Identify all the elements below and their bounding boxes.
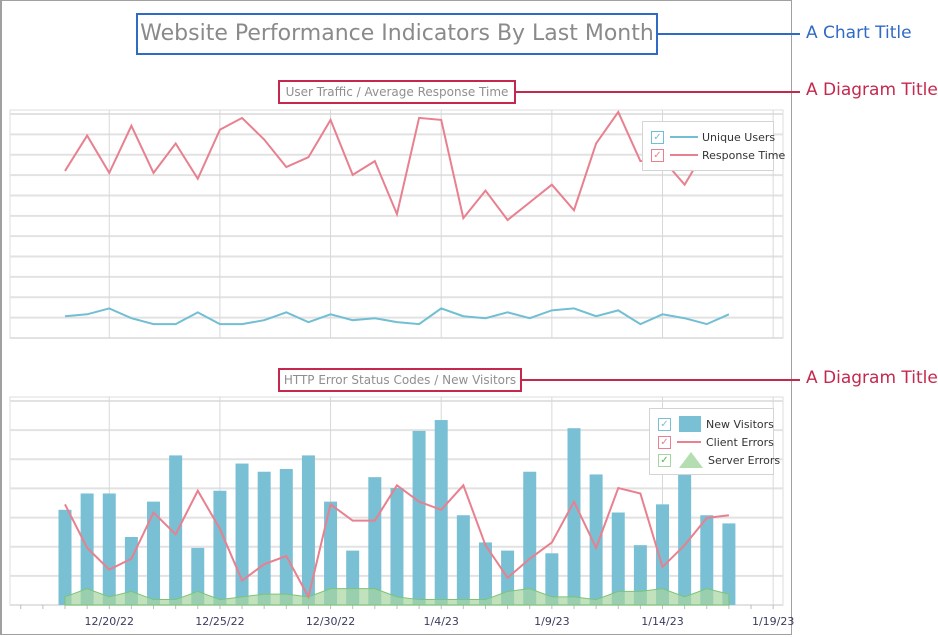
legend-item-client-errors[interactable]: ✓ Client Errors [658,434,774,450]
legend-item-server-errors[interactable]: ✓ Server Errors [658,452,780,468]
x-tick-label: 1/9/23 [534,615,569,628]
new-visitors-bar [58,509,72,605]
new-visitors-bar [456,515,470,605]
line-swatch-icon [670,154,698,156]
new-visitors-bar [434,420,448,605]
new-visitors-bar [678,469,692,605]
checkbox-response-time[interactable]: ✓ [651,148,664,162]
checkbox-client-errors[interactable]: ✓ [658,435,671,449]
new-visitors-bar [368,477,382,605]
x-tick-label: 12/25/22 [195,615,244,628]
new-visitors-bar [213,490,227,605]
new-visitors-bar [257,471,271,605]
bar-swatch-icon [679,416,701,432]
x-tick-label: 12/20/22 [85,615,134,628]
checkbox-unique-users[interactable]: ✓ [651,130,664,144]
new-visitors-bar [279,469,293,605]
x-tick-label: 1/14/23 [641,615,683,628]
new-visitors-bar [390,488,404,605]
legend-label: Unique Users [702,130,776,144]
new-visitors-bar [235,463,249,605]
legend-item-new-visitors[interactable]: ✓ New Visitors [658,416,774,432]
legend-item-response-time[interactable]: ✓ Response Time [651,147,785,163]
legend-label: Server Errors [708,453,781,467]
legend-label: Client Errors [706,435,774,449]
new-visitors-bar [412,430,426,605]
legend-item-unique-users[interactable]: ✓ Unique Users [651,129,775,145]
new-visitors-bar [102,493,116,605]
x-tick-label: 1/4/23 [424,615,459,628]
x-tick-label: 12/30/22 [306,615,355,628]
legend-label: New Visitors [706,417,774,431]
line-swatch-icon [677,441,701,443]
checkbox-new-visitors[interactable]: ✓ [658,417,671,431]
legend-traffic: ✓ Unique Users ✓ Response Time [642,121,785,171]
checkbox-server-errors[interactable]: ✓ [658,453,671,467]
x-tick-label: 1/19/23 [752,615,794,628]
new-visitors-bar [523,471,537,605]
errors-diagram: 12/20/22 12/25/22 12/30/22 1/4/23 1/9/23 1/14… [9,396,794,628]
legend-label: Response Time [702,148,786,162]
triangle-swatch-icon [679,452,703,468]
new-visitors-bar [567,428,581,605]
line-swatch-icon [670,136,698,138]
new-visitors-bar [301,455,315,605]
legend-errors: ✓ New Visitors ✓ Client Errors ✓ Server … [649,408,780,475]
